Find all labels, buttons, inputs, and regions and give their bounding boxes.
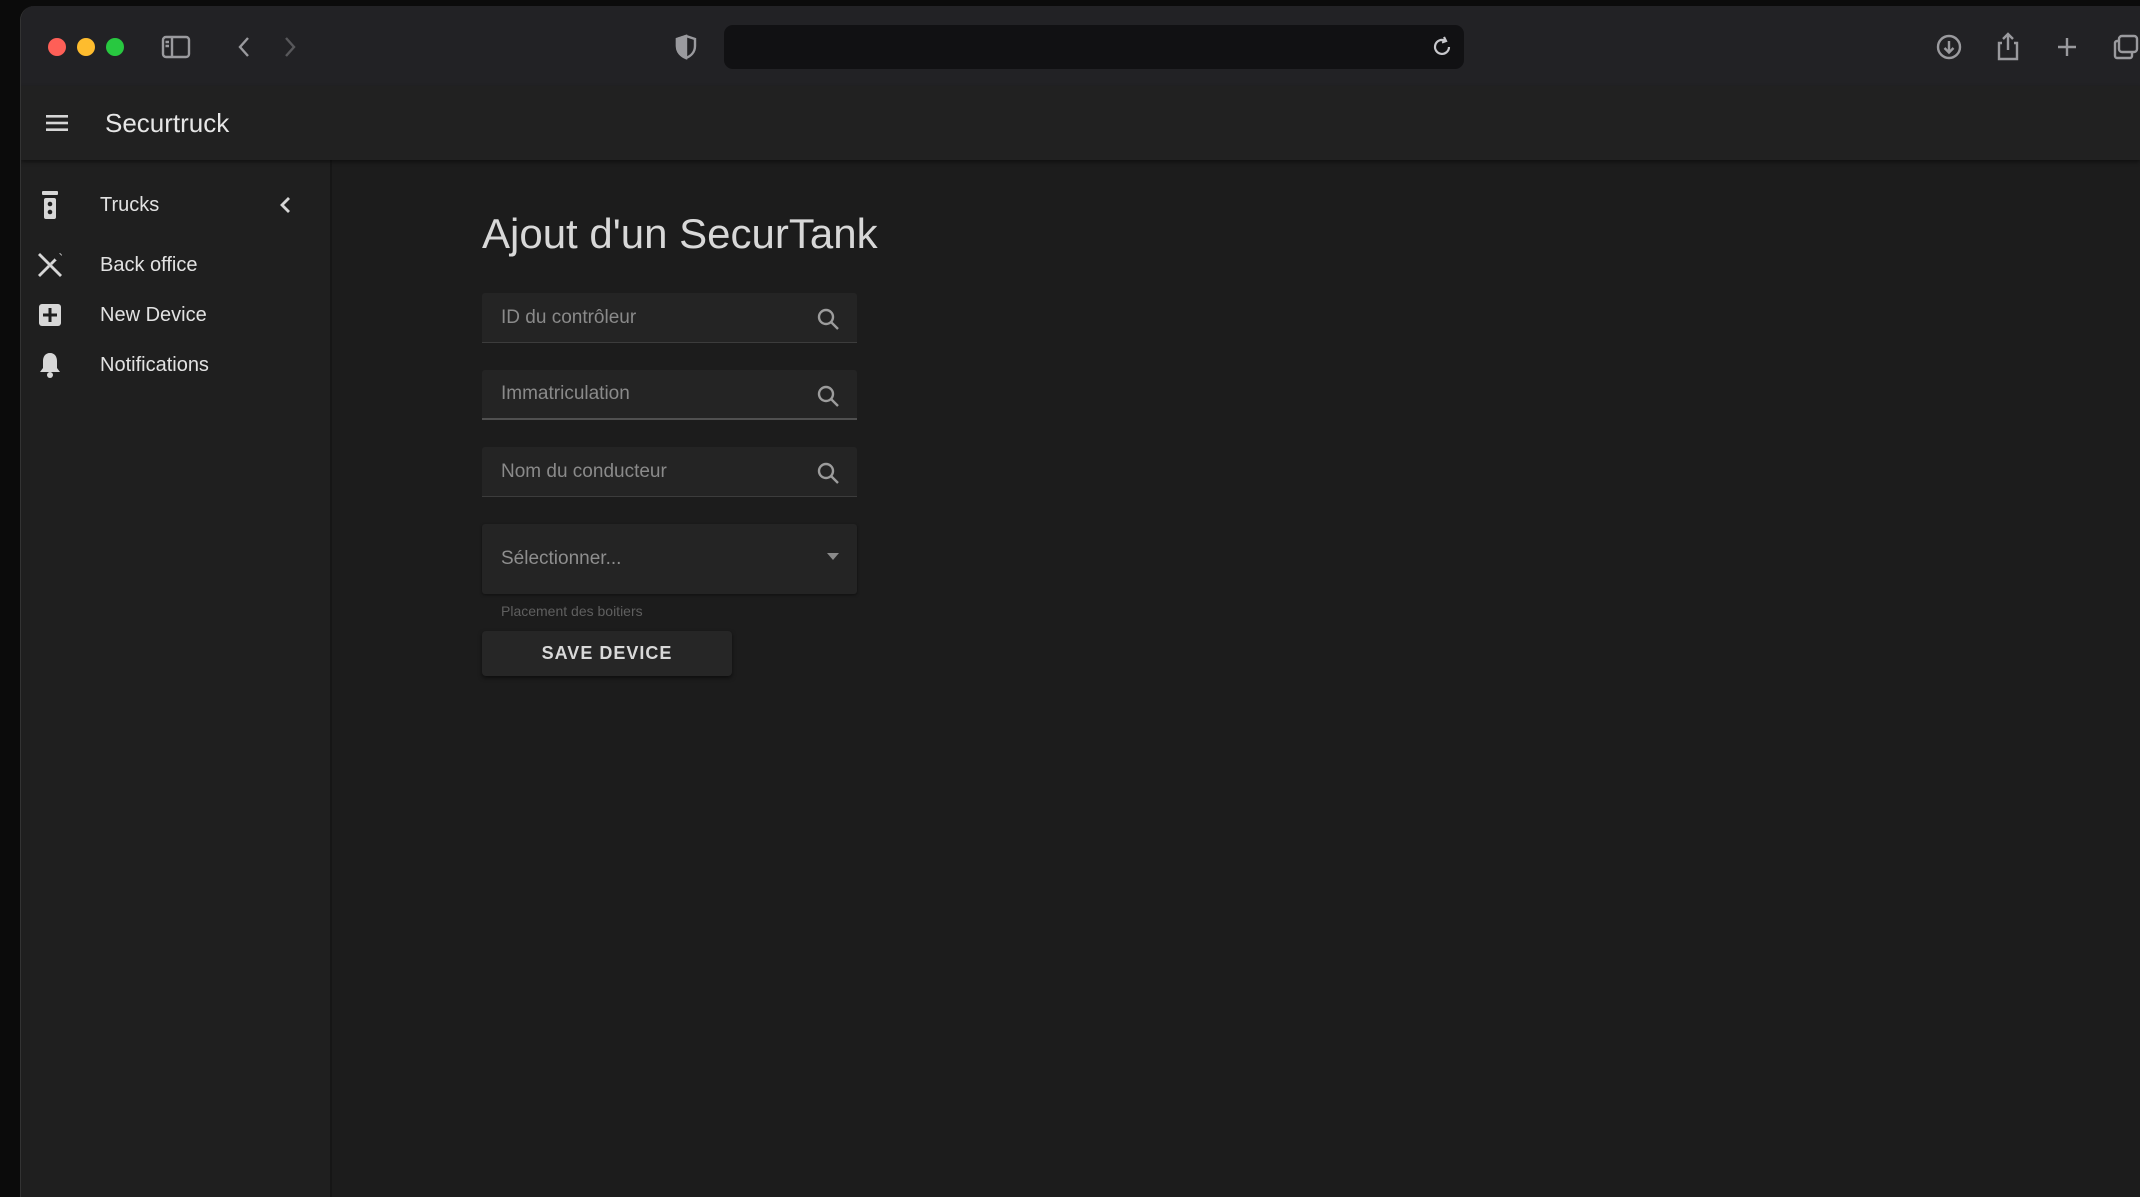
- new-tab-icon[interactable]: [2048, 28, 2086, 66]
- sidebar-item-label: Back office: [100, 253, 198, 276]
- traffic-light-icon: [33, 188, 67, 222]
- main-content: Ajout d'un SecurTank Sélectionner... Pla…: [332, 160, 2140, 1197]
- sidebar-item-label: New Device: [100, 303, 207, 326]
- registration-input[interactable]: [482, 370, 857, 418]
- window-controls: [48, 38, 124, 56]
- search-icon[interactable]: [815, 460, 841, 486]
- download-icon[interactable]: [1930, 28, 1968, 66]
- forward-icon[interactable]: [271, 28, 309, 66]
- sidebar-toggle-icon[interactable]: [157, 28, 195, 66]
- select-value: Sélectionner...: [501, 548, 622, 569]
- hamburger-menu-icon[interactable]: [37, 103, 77, 143]
- driver-name-field: [482, 447, 857, 497]
- sidebar-item-trucks[interactable]: Trucks: [21, 180, 332, 230]
- sidebar-item-notifications[interactable]: Notifications: [21, 340, 332, 390]
- placement-select[interactable]: Sélectionner...: [482, 524, 857, 594]
- search-icon[interactable]: [815, 383, 841, 409]
- registration-field: [482, 370, 857, 420]
- minimize-window-button[interactable]: [77, 38, 95, 56]
- close-window-button[interactable]: [48, 38, 66, 56]
- chevron-left-icon[interactable]: [271, 190, 301, 220]
- sidebar-item-label: Notifications: [100, 353, 209, 376]
- controller-id-input[interactable]: [482, 293, 857, 342]
- sidebar-item-back-office[interactable]: Back office: [21, 240, 332, 290]
- browser-window: Securtruck Trucks Back office New Device: [20, 6, 2140, 1197]
- sidebar-item-new-device[interactable]: New Device: [21, 290, 332, 340]
- shield-icon[interactable]: [667, 28, 705, 66]
- driver-name-input[interactable]: [482, 447, 857, 496]
- browser-toolbar: [21, 6, 2140, 86]
- plus-box-icon: [33, 298, 67, 332]
- select-helper-text: Placement des boitiers: [501, 603, 643, 619]
- save-device-button[interactable]: SAVE DEVICE: [482, 631, 732, 676]
- reload-icon[interactable]: [1430, 35, 1454, 59]
- back-icon[interactable]: [225, 28, 263, 66]
- search-icon[interactable]: [815, 306, 841, 332]
- sidebar: Trucks Back office New Device Notificati…: [21, 160, 332, 1197]
- tabs-overview-icon[interactable]: [2107, 28, 2140, 66]
- share-icon[interactable]: [1989, 28, 2027, 66]
- page-title: Ajout d'un SecurTank: [482, 210, 878, 257]
- controller-id-field: [482, 293, 857, 343]
- tools-icon: [33, 248, 67, 282]
- sidebar-item-label: Trucks: [100, 193, 160, 216]
- app-bar: Securtruck: [21, 86, 2140, 160]
- app-title: Securtruck: [105, 108, 230, 138]
- bell-icon: [33, 348, 67, 382]
- caret-down-icon: [827, 553, 839, 560]
- address-bar[interactable]: [724, 25, 1464, 69]
- zoom-window-button[interactable]: [106, 38, 124, 56]
